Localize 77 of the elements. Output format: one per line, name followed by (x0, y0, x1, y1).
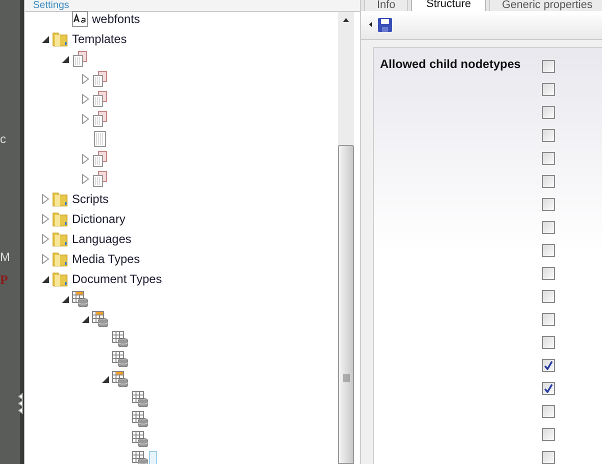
checkbox[interactable] (542, 336, 555, 349)
collapsed-arrow-icon[interactable] (82, 74, 89, 84)
checkbox[interactable] (542, 198, 555, 211)
collapsed-arrow-icon[interactable] (82, 114, 89, 124)
checkbox[interactable] (542, 290, 555, 303)
checkbox[interactable] (542, 405, 555, 418)
tree-item-label[interactable]: Document Types (72, 270, 162, 288)
folder-icon (52, 251, 68, 267)
expanded-arrow-icon[interactable] (102, 376, 109, 382)
checkmark-icon (544, 361, 553, 370)
collapsed-arrow-icon[interactable] (42, 234, 49, 244)
panel-title: Settings (33, 0, 70, 11)
folder-icon (52, 211, 68, 227)
checkbox[interactable] (542, 313, 555, 326)
tree-item-label[interactable]: Templates (72, 30, 127, 48)
folder-icon (52, 271, 68, 287)
checkbox[interactable] (542, 221, 555, 234)
scrollbar-thumb[interactable] (338, 145, 354, 464)
table-database-icon (112, 331, 128, 347)
table-database-icon (112, 371, 128, 387)
table-database-icon (132, 391, 148, 407)
table-database-icon (112, 351, 128, 367)
expanded-arrow-icon[interactable] (42, 276, 49, 282)
save-icon[interactable] (378, 18, 392, 32)
left-arrow-icon[interactable] (369, 22, 372, 28)
table-database-icon (132, 411, 148, 427)
expanded-arrow-icon[interactable] (62, 296, 69, 302)
tree-item-label[interactable]: Dictionary (72, 210, 126, 228)
page-stack-icon (92, 91, 108, 107)
grip-icon (342, 374, 350, 382)
page-stack-icon (72, 51, 88, 67)
tab[interactable]: Generic properties (489, 0, 602, 11)
checkbox[interactable] (542, 451, 555, 464)
collapsed-arrow-icon[interactable] (82, 94, 89, 104)
background-letter: P (0, 271, 8, 289)
page-stack-icon (92, 71, 108, 87)
scrollbar[interactable] (338, 12, 354, 464)
tree-item-label[interactable]: Languages (72, 230, 132, 248)
checkbox[interactable] (542, 359, 555, 372)
checkbox[interactable] (542, 175, 555, 188)
page-stack-icon (92, 151, 108, 167)
checkbox[interactable] (542, 60, 555, 73)
background-letter: M (0, 249, 10, 266)
page-icon (92, 131, 108, 147)
field-label: Allowed child nodetypes (380, 56, 522, 73)
checkbox[interactable] (542, 152, 555, 165)
checkbox[interactable] (542, 382, 555, 395)
checkbox[interactable] (542, 129, 555, 142)
checkmark-icon (544, 384, 553, 393)
folder-icon (52, 191, 68, 207)
expanded-arrow-icon[interactable] (82, 316, 89, 322)
checkbox[interactable] (542, 83, 555, 96)
collapsed-arrow-icon[interactable] (42, 214, 49, 224)
expanded-arrow-icon[interactable] (62, 56, 69, 62)
background-letter: c (0, 131, 6, 148)
collapsed-arrow-icon[interactable] (82, 154, 89, 164)
page-stack-icon (92, 111, 108, 127)
collapsed-arrow-icon[interactable] (42, 194, 49, 204)
expanded-arrow-icon[interactable] (42, 36, 49, 42)
checkbox[interactable] (542, 428, 555, 441)
tab[interactable]: Structure (411, 0, 486, 11)
table-database-icon (72, 291, 88, 307)
folder-icon (52, 231, 68, 247)
checkbox[interactable] (542, 267, 555, 280)
table-database-icon (132, 431, 148, 447)
collapsed-arrow-icon[interactable] (42, 254, 49, 264)
tab[interactable]: Info (364, 0, 408, 11)
folder-icon (52, 31, 68, 47)
tree-item-label[interactable]: Scripts (72, 190, 109, 208)
checkbox[interactable] (542, 244, 555, 257)
tree-item-label[interactable]: Media Types (72, 250, 140, 268)
page-stack-icon (92, 171, 108, 187)
collapsed-arrow-icon[interactable] (82, 174, 89, 184)
checkbox[interactable] (542, 106, 555, 119)
tree-item-label[interactable]: webfonts (92, 10, 140, 28)
scroll-up-icon[interactable] (343, 18, 349, 22)
table-database-icon (92, 311, 108, 327)
